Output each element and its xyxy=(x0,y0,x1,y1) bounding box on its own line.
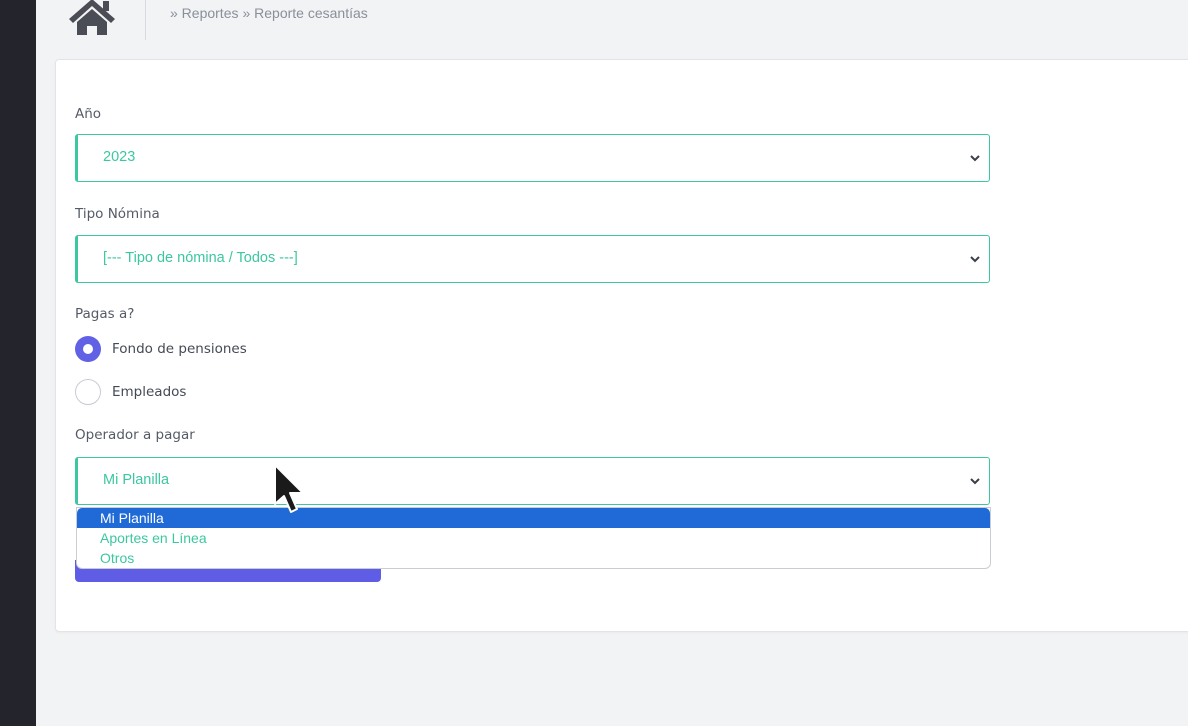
chevron-down-icon xyxy=(970,256,980,263)
breadcrumb-item-reportes[interactable]: » Reportes xyxy=(170,5,238,21)
operator-select-value: Mi Planilla xyxy=(103,472,170,488)
year-select-value: 2023 xyxy=(103,149,136,165)
breadcrumb: » Reportes » Reporte cesantías xyxy=(170,5,368,21)
operator-dropdown-list: Mi Planilla Aportes en Línea Otros xyxy=(76,507,991,569)
dropdown-option-otros[interactable]: Otros xyxy=(77,548,990,568)
payroll-type-select-value: [--- Tipo de nómina / Todos ---] xyxy=(103,250,298,266)
payroll-type-select[interactable]: [--- Tipo de nómina / Todos ---] xyxy=(75,235,990,283)
year-label: Año xyxy=(75,106,102,122)
chevron-down-icon xyxy=(970,155,980,162)
home-icon xyxy=(69,0,115,35)
operator-label: Operador a pagar xyxy=(75,427,195,443)
mouse-pointer-icon xyxy=(274,464,304,513)
radio-label: Empleados xyxy=(112,384,187,400)
pay-to-label: Pagas a? xyxy=(75,306,135,322)
year-select[interactable]: 2023 xyxy=(75,134,990,182)
radio-checked-icon[interactable] xyxy=(75,336,101,362)
radio-unchecked-icon[interactable] xyxy=(75,379,101,405)
radio-fondo-de-pensiones[interactable]: Fondo de pensiones xyxy=(75,336,247,362)
left-sidebar xyxy=(0,0,36,726)
radio-empleados[interactable]: Empleados xyxy=(75,379,186,405)
breadcrumb-item-reporte-cesantias: » Reporte cesantías xyxy=(242,5,368,21)
home-button[interactable] xyxy=(64,0,120,36)
operator-select[interactable]: Mi Planilla xyxy=(75,457,990,505)
payroll-type-label: Tipo Nómina xyxy=(75,206,160,222)
dropdown-option-aportes-en-linea[interactable]: Aportes en Línea xyxy=(77,528,990,548)
header-divider xyxy=(145,0,146,40)
radio-label: Fondo de pensiones xyxy=(112,341,247,357)
dropdown-option-mi-planilla[interactable]: Mi Planilla xyxy=(77,508,990,528)
chevron-down-icon xyxy=(970,478,980,485)
